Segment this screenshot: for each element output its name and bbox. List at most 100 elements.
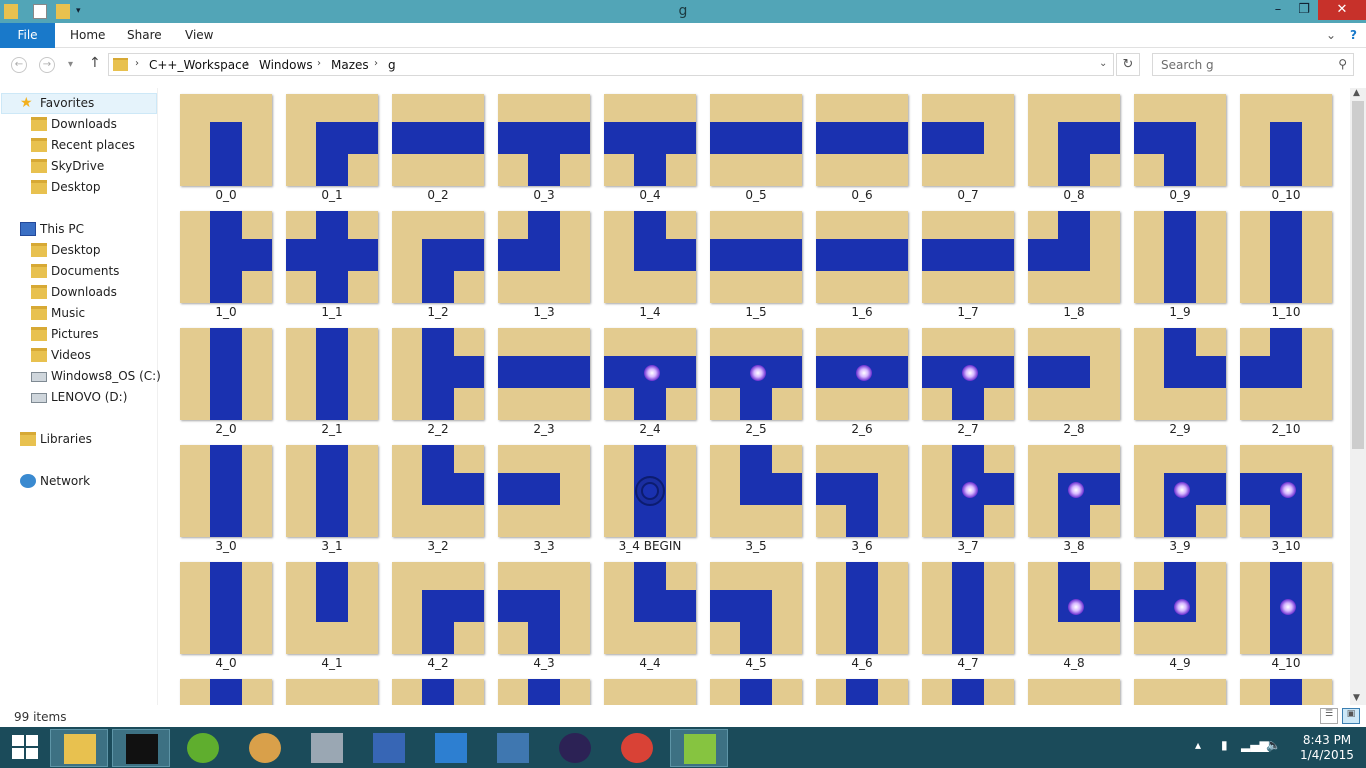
taskbar-app-python[interactable] [484,729,542,767]
recent-locations-icon[interactable]: ▾ [68,59,73,70]
file-item[interactable]: 4_1 [286,562,378,670]
show-hidden-icons-icon[interactable]: ▴ [1195,738,1201,752]
file-item[interactable]: 2_6 [816,328,908,436]
tab-view[interactable]: View [185,23,213,48]
file-item[interactable]: 3_3 [498,445,590,553]
minimize-button[interactable]: – [1263,0,1293,20]
file-item[interactable]: 3_10 [1240,445,1332,553]
start-icon[interactable] [12,735,38,759]
file-item[interactable]: 1_10 [1240,211,1332,319]
file-item[interactable]: 0_1 [286,94,378,202]
file-item[interactable]: 2_1 [286,328,378,436]
scrollbar-thumb[interactable] [1352,101,1364,449]
chevron-right-icon[interactable]: › [245,58,249,69]
file-item[interactable]: 3_2 [392,445,484,553]
file-item[interactable]: 0_9 [1134,94,1226,202]
file-item[interactable] [710,679,802,705]
file-item[interactable] [1240,679,1332,705]
file-item[interactable]: 1_9 [1134,211,1226,319]
signal-icon[interactable]: ▂▄▆ [1241,738,1269,752]
volume-icon[interactable]: 🔈 [1266,738,1281,752]
file-item[interactable] [286,679,378,705]
file-item[interactable]: 4_4 [604,562,696,670]
search-icon[interactable]: ⚲ [1338,57,1347,71]
file-item[interactable]: 2_9 [1134,328,1226,436]
file-item[interactable]: 0_0 [180,94,272,202]
file-item[interactable]: 3_5 [710,445,802,553]
taskbar-app-notepad-plus[interactable] [670,729,728,767]
file-item[interactable] [1028,679,1120,705]
file-item[interactable] [498,679,590,705]
file-item[interactable]: 0_5 [710,94,802,202]
file-item[interactable]: 3_6 [816,445,908,553]
close-button[interactable]: ✕ [1318,0,1366,20]
file-item[interactable] [922,679,1014,705]
taskbar-app-calculator[interactable] [298,729,356,767]
file-item[interactable]: 2_3 [498,328,590,436]
large-icons-view-icon[interactable]: ▣ [1342,708,1360,724]
file-item[interactable]: 0_3 [498,94,590,202]
help-icon[interactable]: ? [1350,23,1357,48]
breadcrumb-windows[interactable]: Windows [259,58,313,72]
details-view-icon[interactable]: ☰ [1320,708,1338,724]
file-item[interactable]: 3_1 [286,445,378,553]
file-item[interactable]: 2_2 [392,328,484,436]
file-item[interactable]: 0_10 [1240,94,1332,202]
forward-icon[interactable]: → [39,57,55,73]
up-icon[interactable]: ↑ [89,55,101,71]
file-item[interactable]: 4_9 [1134,562,1226,670]
tab-file[interactable]: File [0,23,55,48]
file-item[interactable]: 1_0 [180,211,272,319]
file-item[interactable]: 1_5 [710,211,802,319]
file-item[interactable]: 4_10 [1240,562,1332,670]
address-bar[interactable]: › C++_Workspace › Windows › Mazes › g ⌄ [108,53,1114,76]
taskbar-app-utorrent[interactable] [174,729,232,767]
file-item[interactable]: 1_1 [286,211,378,319]
taskbar-app-network-tool[interactable] [360,729,418,767]
file-item[interactable]: 0_6 [816,94,908,202]
file-item[interactable]: 0_7 [922,94,1014,202]
taskbar-app-security[interactable] [422,729,480,767]
file-item[interactable]: 0_4 [604,94,696,202]
file-item[interactable]: 1_6 [816,211,908,319]
file-item[interactable] [604,679,696,705]
file-item[interactable]: 1_4 [604,211,696,319]
file-item[interactable] [1134,679,1226,705]
file-item[interactable]: 4_6 [816,562,908,670]
taskbar-app-command-prompt[interactable] [112,729,170,767]
breadcrumb-g[interactable]: g [388,58,396,72]
back-icon[interactable]: ← [11,57,27,73]
restore-button[interactable]: ❐ [1290,0,1318,20]
file-item[interactable]: 0_8 [1028,94,1120,202]
file-item[interactable]: 3_4 BEGIN [604,445,696,553]
file-item[interactable]: 2_7 [922,328,1014,436]
file-item[interactable]: 3_0 [180,445,272,553]
file-item[interactable]: 4_5 [710,562,802,670]
breadcrumb-mazes[interactable]: Mazes [331,58,369,72]
file-item[interactable]: 0_2 [392,94,484,202]
taskbar-app-file-explorer[interactable] [50,729,108,767]
file-item[interactable]: 1_7 [922,211,1014,319]
file-item[interactable]: 3_7 [922,445,1014,553]
expand-ribbon-icon[interactable]: ⌄ [1326,23,1336,48]
file-item[interactable]: 2_0 [180,328,272,436]
file-item[interactable] [180,679,272,705]
search-input[interactable]: Search g ⚲ [1152,53,1354,76]
file-item[interactable]: 2_5 [710,328,802,436]
clock[interactable]: 8:43 PM 1/4/2015 [1292,733,1362,763]
file-item[interactable]: 4_3 [498,562,590,670]
tab-home[interactable]: Home [70,23,105,48]
breadcrumb-cpp-workspace[interactable]: C++_Workspace [149,58,249,72]
file-item[interactable]: 2_8 [1028,328,1120,436]
file-item[interactable] [816,679,908,705]
taskbar-app-eclipse[interactable] [546,729,604,767]
taskbar-app-paint[interactable] [236,729,294,767]
refresh-icon[interactable]: ↻ [1116,53,1140,76]
file-item[interactable]: 2_10 [1240,328,1332,436]
file-item[interactable]: 3_8 [1028,445,1120,553]
tab-share[interactable]: Share [127,23,162,48]
file-item[interactable]: 1_2 [392,211,484,319]
file-item[interactable]: 1_3 [498,211,590,319]
file-item[interactable]: 4_0 [180,562,272,670]
file-item[interactable]: 3_9 [1134,445,1226,553]
